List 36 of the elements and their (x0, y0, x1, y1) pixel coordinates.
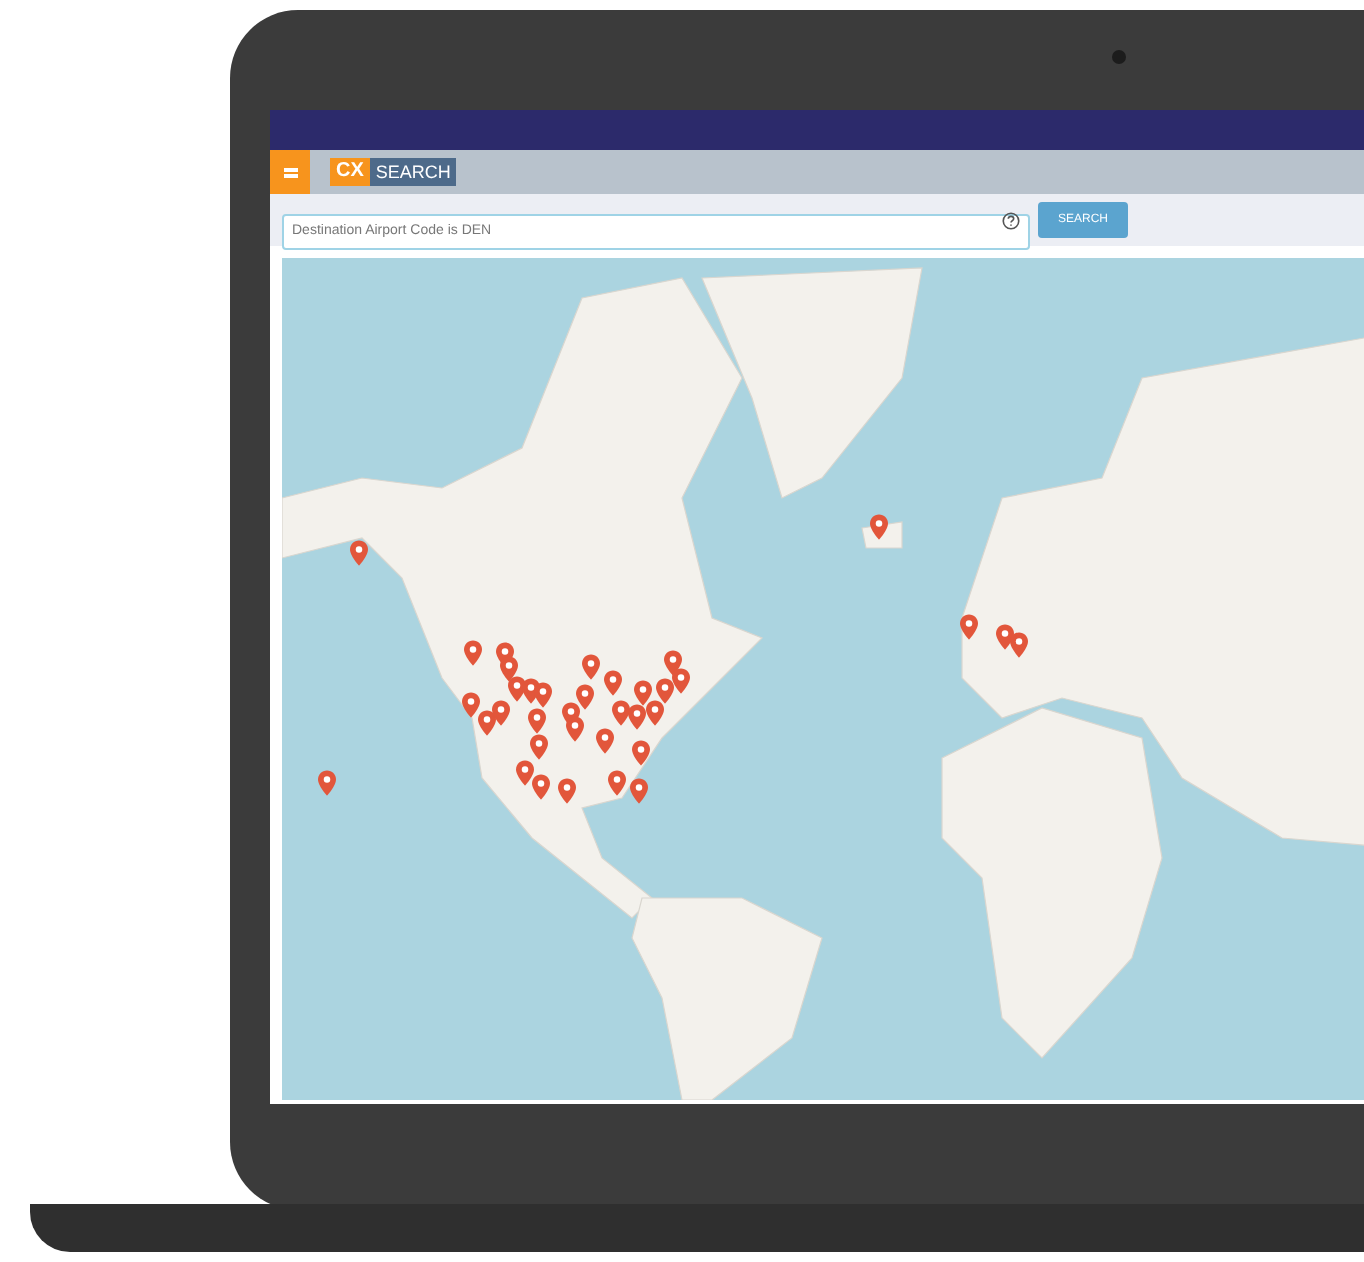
map-pin-icon[interactable] (672, 668, 690, 694)
map-pin-icon[interactable] (318, 770, 336, 796)
map-pin-icon[interactable] (1010, 632, 1028, 658)
map-pin-icon[interactable] (596, 728, 614, 754)
map-pin-icon[interactable] (870, 514, 888, 540)
map-pin-icon[interactable] (478, 710, 496, 736)
map-pin-icon[interactable] (604, 670, 622, 696)
map-pin-icon[interactable] (656, 678, 674, 704)
map-pin-icon[interactable] (960, 614, 978, 640)
map-pin-icon[interactable] (632, 740, 650, 766)
map-pin-icon[interactable] (576, 684, 594, 710)
map-pin-icon[interactable] (528, 708, 546, 734)
map-pin-icon[interactable] (532, 774, 550, 800)
map-pin-icon[interactable] (534, 682, 552, 708)
camera-icon (1112, 50, 1126, 64)
menu-icon (283, 165, 297, 179)
map-pin-icon[interactable] (462, 692, 480, 718)
map-pin-icon[interactable] (516, 760, 534, 786)
map-pin-icon[interactable] (350, 540, 368, 566)
map-pin-icon[interactable] (582, 654, 600, 680)
menu-button[interactable] (270, 150, 310, 194)
map-pin-icon[interactable] (558, 778, 576, 804)
map-pin-icon[interactable] (464, 640, 482, 666)
map-pin-icon[interactable] (612, 700, 630, 726)
map-pin-icon[interactable] (630, 778, 648, 804)
logo-badge: CX (330, 158, 370, 186)
map-pin-icon[interactable] (608, 770, 626, 796)
map-pin-icon[interactable] (500, 656, 518, 682)
map-pin-icon[interactable] (628, 704, 646, 730)
map-pin-icon[interactable] (530, 734, 548, 760)
map-pin-icon[interactable] (492, 700, 510, 726)
map-pin-icon[interactable] (566, 716, 584, 742)
map-pin-icon[interactable] (646, 700, 664, 726)
logo-text: SEARCH (369, 158, 457, 186)
map-pin-icon[interactable] (634, 680, 652, 706)
help-icon[interactable] (1002, 211, 1020, 229)
